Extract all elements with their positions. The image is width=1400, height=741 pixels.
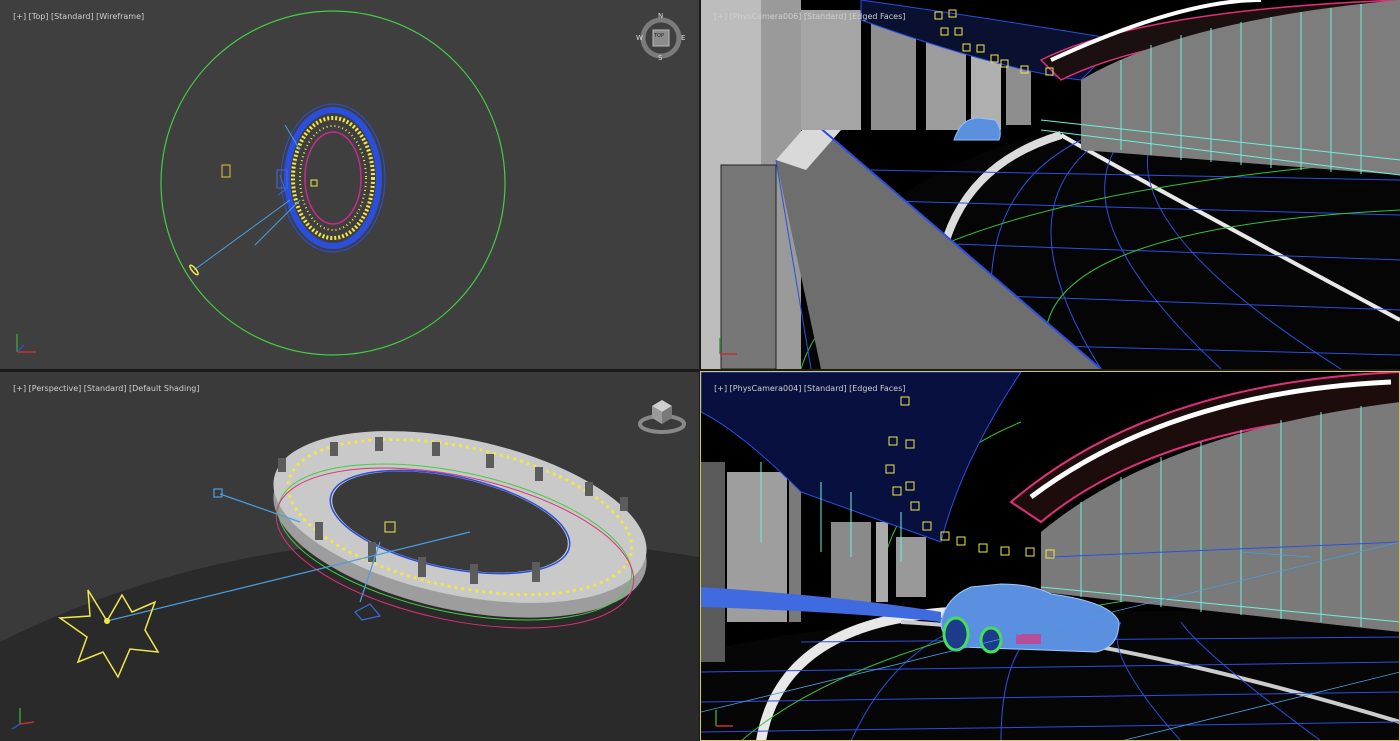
compass-south[interactable]: S (658, 54, 662, 62)
camera004-scene[interactable] (701, 372, 1400, 741)
shading-mode-button[interactable]: [Edged Faces] (849, 384, 905, 393)
shading-style-button[interactable]: [Standard] (804, 384, 847, 393)
shading-mode-button[interactable]: [Edged Faces] (849, 12, 905, 21)
viewport-menu-button[interactable]: [+] (13, 12, 26, 21)
viewcube-top-face[interactable]: TOP (654, 33, 664, 39)
target-box (310, 179, 318, 187)
viewport-label: [+] [PhysCamera004] [Standard] [Edged Fa… (704, 375, 905, 402)
shading-style-button[interactable]: [Standard] (84, 384, 127, 393)
sun-light-center (104, 618, 110, 624)
helper-object (221, 164, 231, 178)
view-label-button[interactable]: [PhysCamera006] (730, 12, 802, 21)
compass-west[interactable]: W (636, 34, 643, 42)
viewport-perspective[interactable]: [+] [Perspective] [Standard] [Default Sh… (0, 372, 699, 741)
shading-mode-button[interactable]: [Wireframe] (96, 12, 144, 21)
shading-style-button[interactable]: [Standard] (804, 12, 847, 21)
viewport-menu-button[interactable]: [+] (714, 384, 727, 393)
shading-mode-button[interactable]: [Default Shading] (129, 384, 200, 393)
shading-style-button[interactable]: [Standard] (51, 12, 94, 21)
track-ring-wireframe (280, 103, 386, 253)
viewport-label: [+] [PhysCamera006] [Standard] [Edged Fa… (704, 3, 905, 30)
viewport-physcamera006[interactable]: [+] [PhysCamera006] [Standard] [Edged Fa… (701, 0, 1400, 369)
viewport-physcamera004[interactable]: [+] [PhysCamera004] [Standard] [Edged Fa… (701, 372, 1400, 741)
perspective-scene[interactable] (0, 372, 699, 741)
viewport-menu-button[interactable]: [+] (13, 384, 26, 393)
viewport-menu-button[interactable]: [+] (714, 12, 727, 21)
axis-tripod-icon (16, 334, 36, 353)
axis-tripod-icon (715, 710, 733, 727)
view-label-button[interactable]: [Top] (29, 12, 49, 21)
compass-north[interactable]: N (658, 12, 663, 20)
axis-tripod-icon (11, 708, 35, 730)
viewcube-3d[interactable] (638, 394, 686, 434)
viewport-top[interactable]: [+] [Top] [Standard] [Wireframe] TOP N S (0, 0, 699, 369)
camera-rig (193, 124, 301, 271)
axis-tripod-icon (719, 338, 737, 355)
camera006-scene[interactable] (701, 0, 1400, 369)
compass-east[interactable]: E (681, 34, 685, 42)
viewport-label: [+] [Top] [Standard] [Wireframe] (3, 3, 144, 30)
ground-circle (160, 10, 506, 356)
viewport-label: [+] [Perspective] [Standard] [Default Sh… (3, 375, 200, 402)
viewcube[interactable]: TOP N S E W (636, 12, 685, 62)
view-label-button[interactable]: [Perspective] (29, 384, 82, 393)
view-label-button[interactable]: [PhysCamera004] (730, 384, 802, 393)
top-view-scene[interactable] (0, 0, 699, 369)
